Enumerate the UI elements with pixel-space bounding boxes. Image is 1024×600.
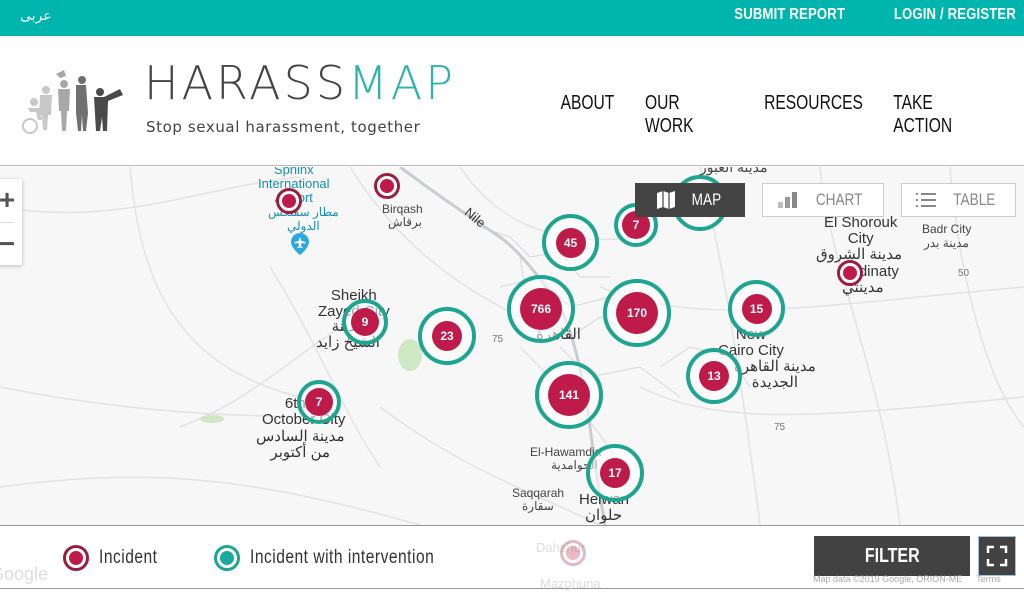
language-switch-link[interactable]: عربى <box>20 8 52 24</box>
terms-link[interactable]: Terms <box>976 574 1001 584</box>
legend-label: Incident <box>99 547 158 568</box>
nav-take-action[interactable]: TAKE ACTION <box>893 92 987 138</box>
legend-item-intervention: Incident with intervention <box>214 545 475 571</box>
filter-button-label: FILTER <box>864 544 920 567</box>
cluster-marker[interactable]: 766 <box>507 275 575 343</box>
cluster-marker[interactable]: 13 <box>686 348 742 404</box>
cluster-count: 9 <box>351 308 379 336</box>
incident-legend-icon <box>63 545 89 571</box>
legend-bar: Google Dahshur Mazghuna Incident Inciden… <box>0 525 1024 591</box>
logo-silhouettes-icon[interactable] <box>20 64 130 134</box>
incident-dot <box>843 266 857 280</box>
zoom-in-button[interactable]: + <box>0 179 22 221</box>
tab-map[interactable]: MAP <box>635 183 745 217</box>
cluster-marker[interactable]: 45 <box>542 214 599 271</box>
road-number-50: 50 <box>958 268 970 279</box>
map-label-el-shorouk: El Shorouk City <box>824 214 898 247</box>
nav-resources[interactable]: RESOURCES <box>764 92 863 138</box>
cluster-count: 7 <box>305 388 333 416</box>
map-icon <box>656 191 675 209</box>
map-label-el-shorouk-ar: مدينة الشروق <box>816 246 903 263</box>
legend-item-incident: Incident <box>63 545 170 571</box>
intervention-legend-dot <box>220 551 235 565</box>
map-label-badr-city-ar: مدينة بدر <box>924 236 969 250</box>
legend: Incident Incident with intervention <box>63 545 519 571</box>
incident-marker[interactable] <box>374 173 400 199</box>
attribution-text: Map data ©2019 Google, ORION-ME <box>813 574 963 584</box>
cluster-marker[interactable]: 7 <box>297 380 341 424</box>
cluster-count: 23 <box>432 321 462 351</box>
tab-chart[interactable]: CHART <box>762 183 884 217</box>
cluster-marker[interactable]: 15 <box>728 280 785 337</box>
cluster-marker[interactable]: 17 <box>586 444 644 502</box>
main-nav: ABOUT OUR WORK RESOURCES TAKE ACTION <box>548 92 1000 138</box>
site-header: HARASSMAP Stop sexual harassment, togeth… <box>0 36 1024 166</box>
tagline: Stop sexual harassment, together <box>146 118 421 136</box>
submit-report-link[interactable]: SUBMIT REPORT <box>734 6 845 24</box>
incident-dot <box>282 194 296 208</box>
google-watermark: Google <box>0 564 49 584</box>
cluster-count: 141 <box>548 374 590 416</box>
bar-chart-icon <box>777 192 797 208</box>
incident-dot <box>380 179 394 193</box>
incident-marker-faded <box>560 540 586 566</box>
brand-accent: MAP <box>348 56 456 110</box>
brand-wordmark[interactable]: HARASSMAP <box>144 60 456 106</box>
intervention-legend-icon <box>214 545 241 571</box>
view-tabs: MAP CHART TABLE <box>635 183 1016 217</box>
top-bar: عربى SUBMIT REPORT LOGIN / REGISTER <box>0 0 1024 36</box>
cluster-count: 766 <box>520 288 562 330</box>
road-number-75-b: 75 <box>774 422 786 433</box>
cluster-count: 170 <box>616 292 658 334</box>
cluster-count: 17 <box>600 458 630 488</box>
brand-main: HARASS <box>144 56 349 110</box>
list-icon <box>916 193 937 207</box>
fullscreen-icon <box>986 545 1008 567</box>
map-label-badr-city: Badr City <box>922 222 972 236</box>
cluster-marker[interactable]: 141 <box>535 361 603 429</box>
incident-marker[interactable] <box>837 260 863 286</box>
incident-dot <box>566 546 580 560</box>
incident-marker[interactable] <box>276 188 302 214</box>
map-attribution: Map data ©2019 Google, ORION-ME Terms <box>813 574 1001 584</box>
map-label-october-city-ar: مدينة السادس من أكتوبر <box>256 428 345 461</box>
login-register-link[interactable]: LOGIN / REGISTER <box>894 6 1016 24</box>
zoom-out-button[interactable]: − <box>0 223 22 265</box>
nav-about[interactable]: ABOUT <box>561 92 615 138</box>
filter-button[interactable]: FILTER <box>814 536 970 576</box>
map-label-new-cairo-ar: مدينة القاهرة الجديدة <box>734 358 816 391</box>
cluster-count: 45 <box>555 227 586 258</box>
cluster-count: 15 <box>741 293 772 324</box>
fullscreen-button[interactable] <box>978 536 1016 576</box>
cluster-marker[interactable]: 9 <box>342 299 388 345</box>
map-label-mazghuna: Mazghuna <box>540 576 601 591</box>
cluster-marker[interactable]: 170 <box>603 279 671 347</box>
cluster-count: 13 <box>699 361 729 391</box>
map-label-helwan-ar: حلوان <box>585 507 623 524</box>
tab-map-label: MAP <box>691 190 721 209</box>
tab-table[interactable]: TABLE <box>901 183 1016 217</box>
map-canvas[interactable]: + − Sphinx International Airport مطار سف… <box>0 167 1024 525</box>
zoom-control: + − <box>0 179 22 265</box>
incident-legend-dot <box>69 551 83 565</box>
road-number-75-a: 75 <box>492 334 504 345</box>
tab-table-label: TABLE <box>953 190 996 209</box>
nav-our-work[interactable]: OUR WORK <box>645 92 723 138</box>
cluster-marker[interactable]: 23 <box>418 307 476 365</box>
legend-label: Incident with intervention <box>250 547 435 568</box>
airport-pin-icon <box>291 233 309 255</box>
tab-chart-label: CHART <box>815 190 863 209</box>
map-label-obour-ar: مدينة العبور <box>700 167 768 175</box>
top-links: SUBMIT REPORT LOGIN / REGISTER <box>710 6 1016 24</box>
map-label-birqash-ar: برقاش <box>388 215 423 229</box>
map-label-saqqarah-ar: سقارة <box>522 499 554 513</box>
